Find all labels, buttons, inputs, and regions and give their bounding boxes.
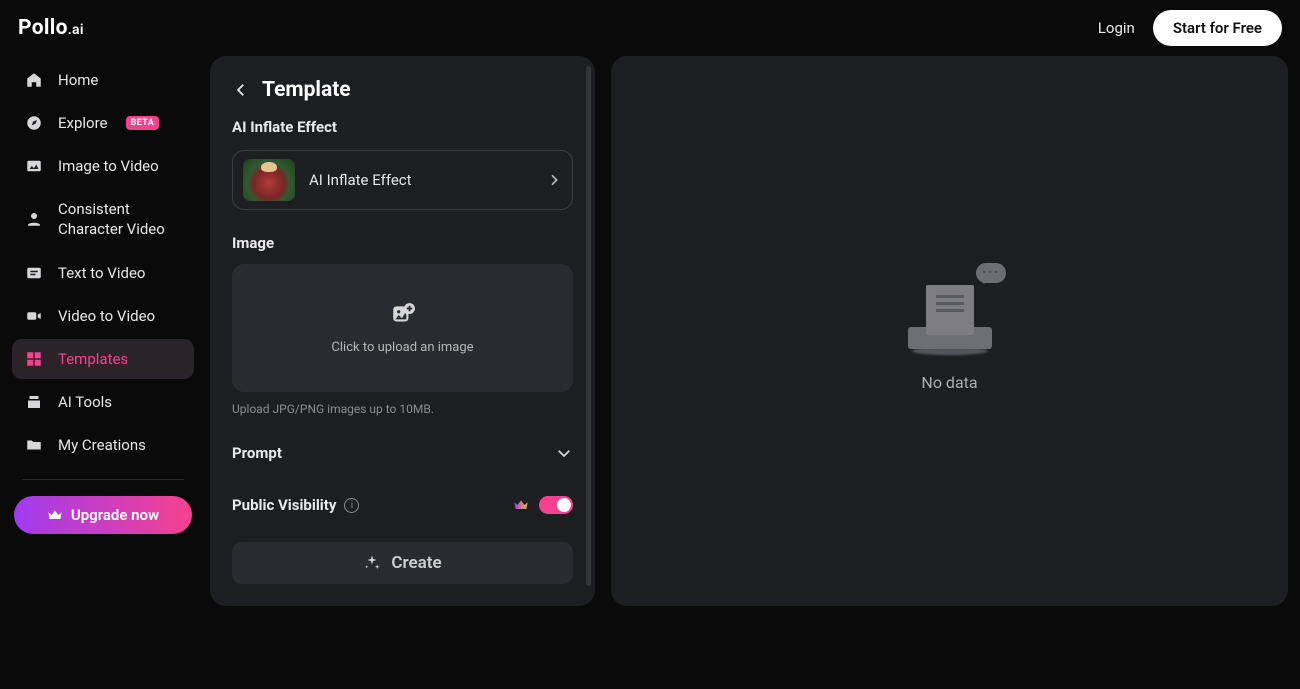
settings-panel: Template AI Inflate Effect AI Inflate Ef… — [210, 56, 595, 606]
compass-icon — [24, 113, 44, 133]
create-button[interactable]: Create — [232, 542, 573, 584]
prompt-toggle[interactable]: Prompt — [232, 444, 573, 462]
upload-image-icon — [390, 302, 416, 328]
upgrade-label: Upgrade now — [71, 506, 159, 524]
folder-icon — [24, 435, 44, 455]
character-icon — [24, 209, 44, 229]
sidebar-item-explore[interactable]: Explore BETA — [12, 103, 194, 143]
upgrade-button[interactable]: Upgrade now — [14, 496, 192, 534]
sidebar-item-ai-tools[interactable]: AI Tools — [12, 382, 194, 422]
sidebar-item-image-to-video[interactable]: Image to Video — [12, 146, 194, 186]
sidebar: Home Explore BETA Image to Video Consis — [12, 56, 194, 606]
effect-thumbnail — [243, 159, 295, 201]
effect-name: AI Inflate Effect — [309, 171, 532, 189]
sidebar-item-label: Video to Video — [58, 307, 155, 325]
back-button[interactable] — [232, 81, 250, 99]
logo[interactable]: Pollo.ai — [18, 16, 84, 40]
sidebar-item-label: Image to Video — [58, 157, 159, 175]
sidebar-item-label: Text to Video — [58, 264, 145, 282]
sparkle-icon — [363, 554, 381, 572]
sidebar-divider — [22, 479, 184, 480]
sidebar-item-text-to-video[interactable]: Text to Video — [12, 253, 194, 293]
image-icon — [24, 156, 44, 176]
create-label: Create — [391, 553, 441, 573]
templates-icon — [24, 349, 44, 369]
sidebar-item-templates[interactable]: Templates — [12, 339, 194, 379]
text-icon — [24, 263, 44, 283]
sidebar-item-label: AI Tools — [58, 393, 112, 411]
upload-hint: Upload JPG/PNG images up to 10MB. — [232, 402, 573, 416]
crown-icon — [513, 497, 529, 513]
login-link[interactable]: Login — [1098, 19, 1135, 37]
page-title: Template — [262, 78, 351, 102]
sidebar-item-video-to-video[interactable]: Video to Video — [12, 296, 194, 336]
chevron-right-icon — [546, 172, 562, 188]
visibility-toggle[interactable] — [539, 496, 573, 514]
tools-icon — [24, 392, 44, 412]
sidebar-item-label: Home — [58, 71, 98, 89]
empty-state-illustration — [908, 271, 992, 355]
video-icon — [24, 306, 44, 326]
sidebar-item-my-creations[interactable]: My Creations — [12, 425, 194, 465]
chevron-down-icon — [555, 444, 573, 462]
effect-section-label: AI Inflate Effect — [232, 118, 573, 136]
sidebar-item-label: My Creations — [58, 436, 146, 454]
upload-text: Click to upload an image — [331, 340, 473, 355]
sidebar-item-label: Templates — [58, 350, 128, 368]
sidebar-item-label: Explore — [58, 114, 108, 132]
info-icon[interactable]: i — [344, 498, 359, 513]
output-panel: No data — [611, 56, 1288, 606]
image-section-label: Image — [232, 234, 573, 252]
empty-state-text: No data — [921, 373, 977, 392]
beta-badge: BETA — [126, 116, 160, 130]
home-icon — [24, 70, 44, 90]
start-for-free-button[interactable]: Start for Free — [1153, 10, 1282, 46]
sidebar-item-label: Consistent Character Video — [58, 199, 182, 240]
crown-icon — [47, 507, 63, 523]
visibility-label: Public Visibility — [232, 496, 336, 514]
prompt-label: Prompt — [232, 444, 282, 462]
image-upload-dropzone[interactable]: Click to upload an image — [232, 264, 573, 392]
sidebar-item-home[interactable]: Home — [12, 60, 194, 100]
sidebar-item-consistent-character-video[interactable]: Consistent Character Video — [12, 189, 194, 250]
effect-selector[interactable]: AI Inflate Effect — [232, 150, 573, 210]
